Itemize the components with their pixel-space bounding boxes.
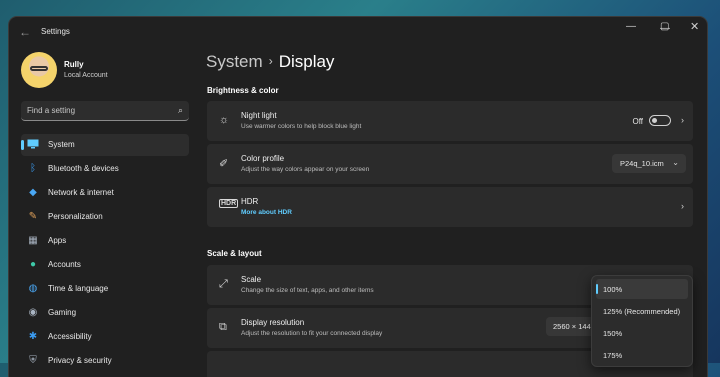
- sidebar-item-label: Network & internet: [48, 188, 114, 197]
- scale-option-150[interactable]: 150%: [596, 323, 688, 343]
- resolution-subtitle: Adjust the resolution to fit your connec…: [241, 330, 383, 337]
- sidebar-item-label: Personalization: [48, 212, 103, 221]
- sidebar-item-accounts[interactable]: ● Accounts: [21, 254, 189, 276]
- gamepad-icon: ◉: [28, 307, 38, 318]
- sidebar-item-system[interactable]: System: [21, 134, 189, 156]
- night-light-title: Night light: [241, 111, 277, 120]
- sidebar-item-label: Accessibility: [48, 332, 92, 341]
- breadcrumb-separator: ›: [268, 54, 273, 68]
- sidebar-item-label: Privacy & security: [48, 356, 112, 365]
- scale-option-label: 150%: [603, 329, 623, 338]
- monitor-icon: [27, 139, 39, 151]
- section-heading-scale-layout: Scale & layout: [207, 249, 262, 258]
- resolution-title: Display resolution: [241, 318, 305, 327]
- section-heading-brightness: Brightness & color: [207, 86, 279, 95]
- scale-option-175[interactable]: 175%: [596, 345, 688, 365]
- chevron-down-icon: ⌄: [672, 158, 679, 167]
- pen-icon: ✐: [219, 158, 229, 170]
- sidebar-item-bluetooth[interactable]: ᛒ Bluetooth & devices: [21, 158, 189, 180]
- color-profile-card: ✐ Color profile Adjust the way colors ap…: [207, 144, 693, 184]
- night-light-subtitle: Use warmer colors to help block blue lig…: [241, 123, 362, 130]
- sidebar-item-label: Accounts: [48, 260, 81, 269]
- search-icon[interactable]: ⌕: [178, 105, 183, 116]
- sidebar-item-label: System: [48, 140, 75, 149]
- minimize-button[interactable]: —: [626, 21, 636, 32]
- wifi-icon: ◆: [29, 187, 37, 198]
- color-profile-value: P24q_10.icm: [620, 159, 664, 168]
- sidebar-item-privacy[interactable]: ⛨ Privacy & security: [21, 350, 189, 372]
- scale-subtitle: Change the size of text, apps, and other…: [241, 287, 374, 294]
- sidebar-item-label: Bluetooth & devices: [48, 164, 119, 173]
- globe-icon: ◍: [28, 283, 38, 294]
- sidebar-nav: System ᛒ Bluetooth & devices ◆ Network &…: [21, 134, 189, 374]
- night-light-card[interactable]: ☼ Night light Use warmer colors to help …: [207, 101, 693, 141]
- settings-window: ← Settings — Rully Local Account ⌕ Syste…: [9, 17, 707, 377]
- color-profile-dropdown[interactable]: P24q_10.icm ⌄: [612, 154, 686, 173]
- search-input[interactable]: [27, 104, 167, 117]
- hdr-title: HDR: [241, 197, 259, 206]
- accessibility-icon: ✱: [28, 331, 38, 342]
- sidebar-item-network[interactable]: ◆ Network & internet: [21, 182, 189, 204]
- sidebar-item-accessibility[interactable]: ✱ Accessibility: [21, 326, 189, 348]
- chevron-right-icon[interactable]: ›: [681, 201, 684, 211]
- brush-icon: ✎: [28, 211, 38, 222]
- user-name: Rully: [64, 60, 84, 69]
- scale-icon: ⤢: [219, 278, 228, 290]
- scale-dropdown-menu: 100% 125% (Recommended) 150% 175%: [591, 275, 693, 367]
- sidebar-item-time-language[interactable]: ◍ Time & language: [21, 278, 189, 300]
- shield-icon: ⛨: [29, 355, 37, 366]
- scale-option-label: 100%: [603, 285, 623, 294]
- maximize-button[interactable]: ▢: [660, 21, 669, 32]
- apps-icon: ▦: [28, 235, 38, 246]
- page-title: Display: [278, 52, 335, 71]
- color-profile-subtitle: Adjust the way colors appear on your scr…: [241, 166, 370, 173]
- resolution-icon: ⧉: [219, 321, 227, 333]
- avatar: [21, 52, 57, 88]
- scale-option-label: 175%: [603, 351, 623, 360]
- night-light-state: Off: [632, 117, 643, 126]
- sidebar-item-apps[interactable]: ▦ Apps: [21, 230, 189, 252]
- breadcrumb: System › Display: [206, 52, 334, 72]
- close-button[interactable]: ✕: [690, 20, 699, 33]
- sun-icon: ☼: [219, 114, 230, 126]
- hdr-more-link[interactable]: More about HDR: [241, 209, 292, 216]
- bluetooth-icon: ᛒ: [30, 163, 36, 174]
- resolution-value: 2560 × 1440: [553, 322, 595, 331]
- sidebar-item-label: Time & language: [48, 284, 109, 293]
- app-title: Settings: [41, 27, 70, 36]
- chevron-right-icon[interactable]: ›: [681, 115, 684, 125]
- hdr-card[interactable]: HDR HDR More about HDR ›: [207, 187, 693, 227]
- sidebar-item-gaming[interactable]: ◉ Gaming: [21, 302, 189, 324]
- night-light-toggle[interactable]: [649, 115, 671, 126]
- scale-option-label: 125% (Recommended): [603, 307, 681, 316]
- back-arrow-icon[interactable]: ←: [19, 25, 31, 39]
- scale-option-100[interactable]: 100%: [596, 279, 688, 299]
- user-account-type: Local Account: [64, 72, 108, 79]
- hdr-icon: HDR: [219, 199, 239, 208]
- title-bar: ← Settings —: [9, 17, 707, 47]
- person-icon: ●: [29, 259, 37, 270]
- sidebar-item-label: Apps: [48, 236, 67, 245]
- scale-option-125[interactable]: 125% (Recommended): [596, 301, 688, 321]
- search-box[interactable]: ⌕: [21, 101, 189, 121]
- breadcrumb-parent[interactable]: System: [206, 52, 263, 71]
- scale-title: Scale: [241, 275, 262, 284]
- sidebar-item-personalization[interactable]: ✎ Personalization: [21, 206, 189, 228]
- sidebar-item-label: Gaming: [48, 308, 77, 317]
- color-profile-title: Color profile: [241, 154, 285, 163]
